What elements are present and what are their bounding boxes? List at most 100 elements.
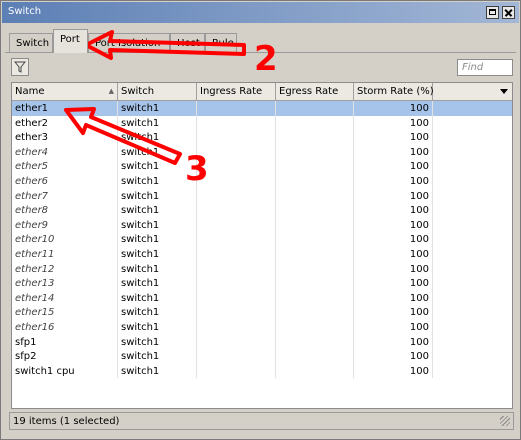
cell-storm-rate: 100 xyxy=(354,232,433,247)
table-row[interactable]: ether16 switch1 100 xyxy=(12,320,512,335)
table-row[interactable]: ether3 switch1 100 xyxy=(12,130,512,145)
port-table: Name ▲ Switch Ingress Rate Egress Rate S… xyxy=(11,82,513,409)
cell-ingress-rate xyxy=(197,276,276,291)
cell-ingress-rate xyxy=(197,261,276,277)
table-row[interactable]: ether8 switch1 100 xyxy=(12,203,512,218)
cell-storm-rate: 100 xyxy=(354,290,433,306)
column-header-egress-rate[interactable]: Egress Rate xyxy=(276,83,354,100)
table-row[interactable]: ether12 switch1 100 xyxy=(12,261,512,277)
cell-egress-rate xyxy=(276,174,354,189)
cell-egress-rate xyxy=(276,203,354,218)
cell-storm-rate: 100 xyxy=(354,159,433,174)
cell-egress-rate xyxy=(276,320,354,335)
status-bar: 19 items (1 selected) xyxy=(9,412,514,430)
cell-name: ether11 xyxy=(12,247,118,262)
cell-storm-rate: 100 xyxy=(354,349,433,364)
cell-egress-rate xyxy=(276,261,354,277)
cell-name: ether12 xyxy=(12,261,118,277)
cell-egress-rate xyxy=(276,232,354,247)
table-row[interactable]: ether5 switch1 100 xyxy=(12,159,512,174)
cell-ingress-rate xyxy=(197,232,276,247)
cell-name: ether15 xyxy=(12,305,118,320)
cell-name: ether9 xyxy=(12,217,118,233)
cell-name: sfp1 xyxy=(12,334,118,350)
column-header-storm-rate[interactable]: Storm Rate (%) xyxy=(354,83,434,100)
tab-port-isolation[interactable]: Port Isolation xyxy=(88,33,170,52)
cell-ingress-rate xyxy=(197,363,276,379)
table-row[interactable]: ether15 switch1 100 xyxy=(12,305,512,320)
cell-ingress-rate xyxy=(197,115,276,131)
tab-host[interactable]: Host xyxy=(170,33,205,52)
table-row[interactable]: ether14 switch1 100 xyxy=(12,290,512,306)
cell-storm-rate: 100 xyxy=(354,305,433,320)
cell-egress-rate xyxy=(276,130,354,145)
cell-storm-rate: 100 xyxy=(354,115,433,131)
column-header-label: Name xyxy=(15,86,45,97)
table-row[interactable]: ether10 switch1 100 xyxy=(12,232,512,247)
cell-storm-rate: 100 xyxy=(354,174,433,189)
cell-storm-rate: 100 xyxy=(354,320,433,335)
cell-name: ether16 xyxy=(12,320,118,335)
cell-ingress-rate xyxy=(197,159,276,174)
filter-icon xyxy=(14,61,26,73)
column-header-name[interactable]: Name ▲ xyxy=(12,83,118,100)
cell-name: ether4 xyxy=(12,144,118,160)
cell-egress-rate xyxy=(276,349,354,364)
title-bar[interactable]: Switch xyxy=(2,2,519,23)
tab-rule[interactable]: Rule xyxy=(205,33,237,52)
cell-egress-rate xyxy=(276,188,354,204)
filter-button[interactable] xyxy=(11,58,29,76)
find-input[interactable]: Find xyxy=(457,59,513,76)
cell-name: ether3 xyxy=(12,130,118,145)
table-row[interactable]: ether1 switch1 100 xyxy=(12,101,512,116)
resize-grip-icon[interactable] xyxy=(500,416,510,426)
cell-ingress-rate xyxy=(197,320,276,335)
status-text: 19 items (1 selected) xyxy=(13,416,120,427)
table-row[interactable]: switch1 cpu switch1 100 xyxy=(12,363,512,379)
cell-switch: switch1 xyxy=(118,144,197,160)
cell-name: ether13 xyxy=(12,276,118,291)
cell-egress-rate xyxy=(276,305,354,320)
cell-ingress-rate xyxy=(197,203,276,218)
column-header-ingress-rate[interactable]: Ingress Rate xyxy=(197,83,276,100)
table-row[interactable]: ether13 switch1 100 xyxy=(12,276,512,291)
tab-switch[interactable]: Switch xyxy=(9,33,53,52)
cell-name: ether8 xyxy=(12,203,118,218)
close-icon[interactable] xyxy=(502,6,515,19)
cell-storm-rate: 100 xyxy=(354,144,433,160)
cell-egress-rate xyxy=(276,144,354,160)
tab-port[interactable]: Port xyxy=(53,29,88,53)
cell-egress-rate xyxy=(276,115,354,131)
cell-storm-rate: 100 xyxy=(354,217,433,233)
cell-name: ether14 xyxy=(12,290,118,306)
cell-storm-rate: 100 xyxy=(354,276,433,291)
column-menu-dropdown-icon[interactable] xyxy=(496,83,512,100)
cell-switch: switch1 xyxy=(118,232,197,247)
cell-name: ether5 xyxy=(12,159,118,174)
cell-egress-rate xyxy=(276,101,354,116)
cell-ingress-rate xyxy=(197,290,276,306)
cell-switch: switch1 xyxy=(118,188,197,204)
cell-ingress-rate xyxy=(197,247,276,262)
table-row[interactable]: ether11 switch1 100 xyxy=(12,247,512,262)
table-row[interactable]: sfp1 switch1 100 xyxy=(12,334,512,350)
cell-switch: switch1 xyxy=(118,276,197,291)
cell-ingress-rate xyxy=(197,349,276,364)
table-row[interactable]: ether7 switch1 100 xyxy=(12,188,512,204)
cell-ingress-rate xyxy=(197,174,276,189)
cell-ingress-rate xyxy=(197,188,276,204)
table-row[interactable]: sfp2 switch1 100 xyxy=(12,349,512,364)
cell-name: ether6 xyxy=(12,174,118,189)
column-header-switch[interactable]: Switch xyxy=(118,83,197,100)
cell-egress-rate xyxy=(276,363,354,379)
switch-window: Switch Switch Port Port Isolation Host R… xyxy=(0,0,521,440)
cell-switch: switch1 xyxy=(118,101,197,116)
cell-ingress-rate xyxy=(197,305,276,320)
maximize-icon[interactable] xyxy=(486,6,499,19)
cell-name: ether2 xyxy=(12,115,118,131)
cell-storm-rate: 100 xyxy=(354,188,433,204)
table-row[interactable]: ether2 switch1 100 xyxy=(12,115,512,131)
table-row[interactable]: ether4 switch1 100 xyxy=(12,144,512,160)
table-row[interactable]: ether9 switch1 100 xyxy=(12,217,512,233)
table-row[interactable]: ether6 switch1 100 xyxy=(12,174,512,189)
